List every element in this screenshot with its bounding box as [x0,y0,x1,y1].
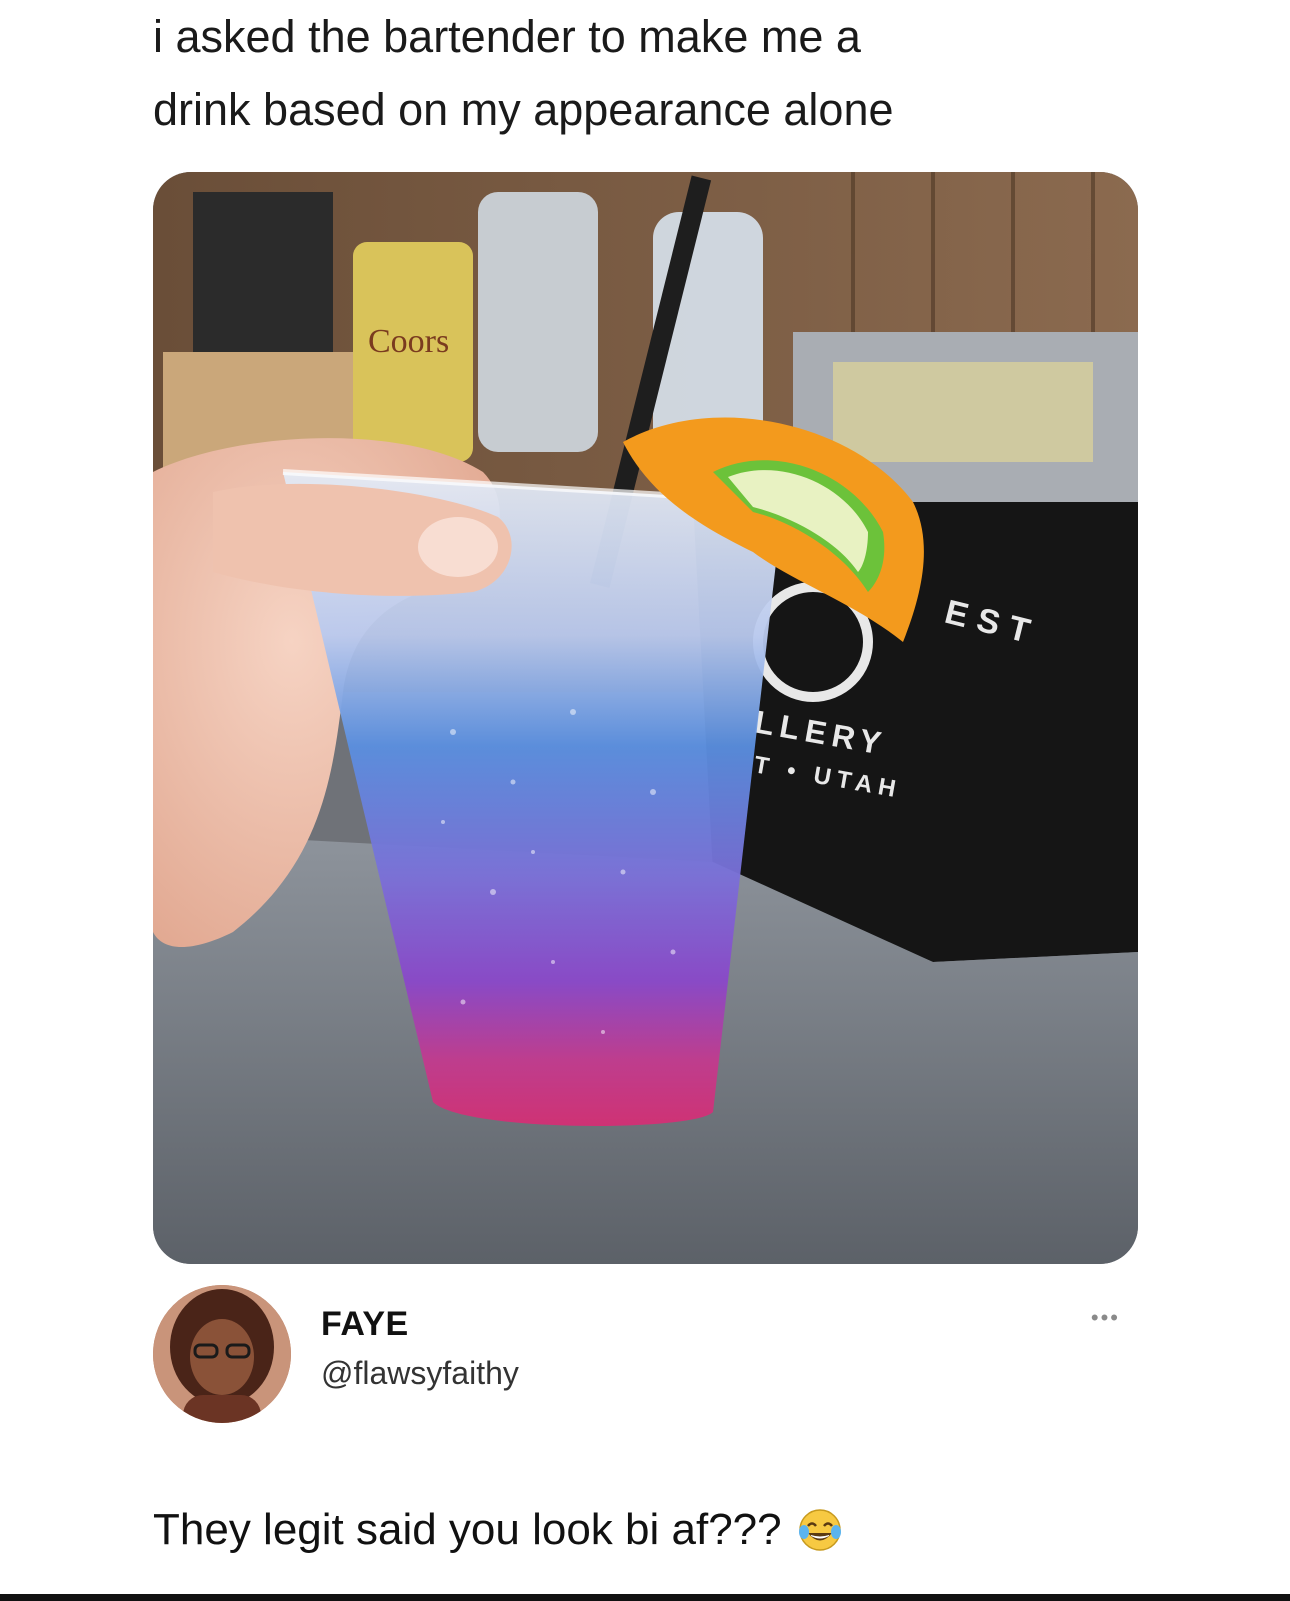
drink-photo: Coors EST LLERY T • UTAH [153,172,1138,1264]
can-label: Coors [368,323,449,360]
author-display-name[interactable]: FAYE [321,1305,409,1344]
avatar-image [153,1285,291,1423]
meme-caption: i asked the bartender to make me a drink… [153,0,1153,146]
avatar[interactable] [153,1285,291,1423]
face-with-tears-of-joy-icon [798,1509,841,1551]
tweet-author: FAYE @flawsyfaithy ••• [153,1285,1138,1425]
tweet-body: They legit said you look bi af??? [153,1505,844,1555]
tweet-text: They legit said you look bi af??? [153,1505,782,1554]
caption-line-2: drink based on my appearance alone [153,84,894,135]
more-options-icon[interactable]: ••• [1091,1305,1120,1331]
caption-line-1: i asked the bartender to make me a [153,11,861,62]
drink-photo-illustration: Coors EST LLERY T • UTAH [153,172,1138,1264]
bottom-border [0,1594,1290,1601]
author-handle[interactable]: @flawsyfaithy [321,1355,519,1392]
